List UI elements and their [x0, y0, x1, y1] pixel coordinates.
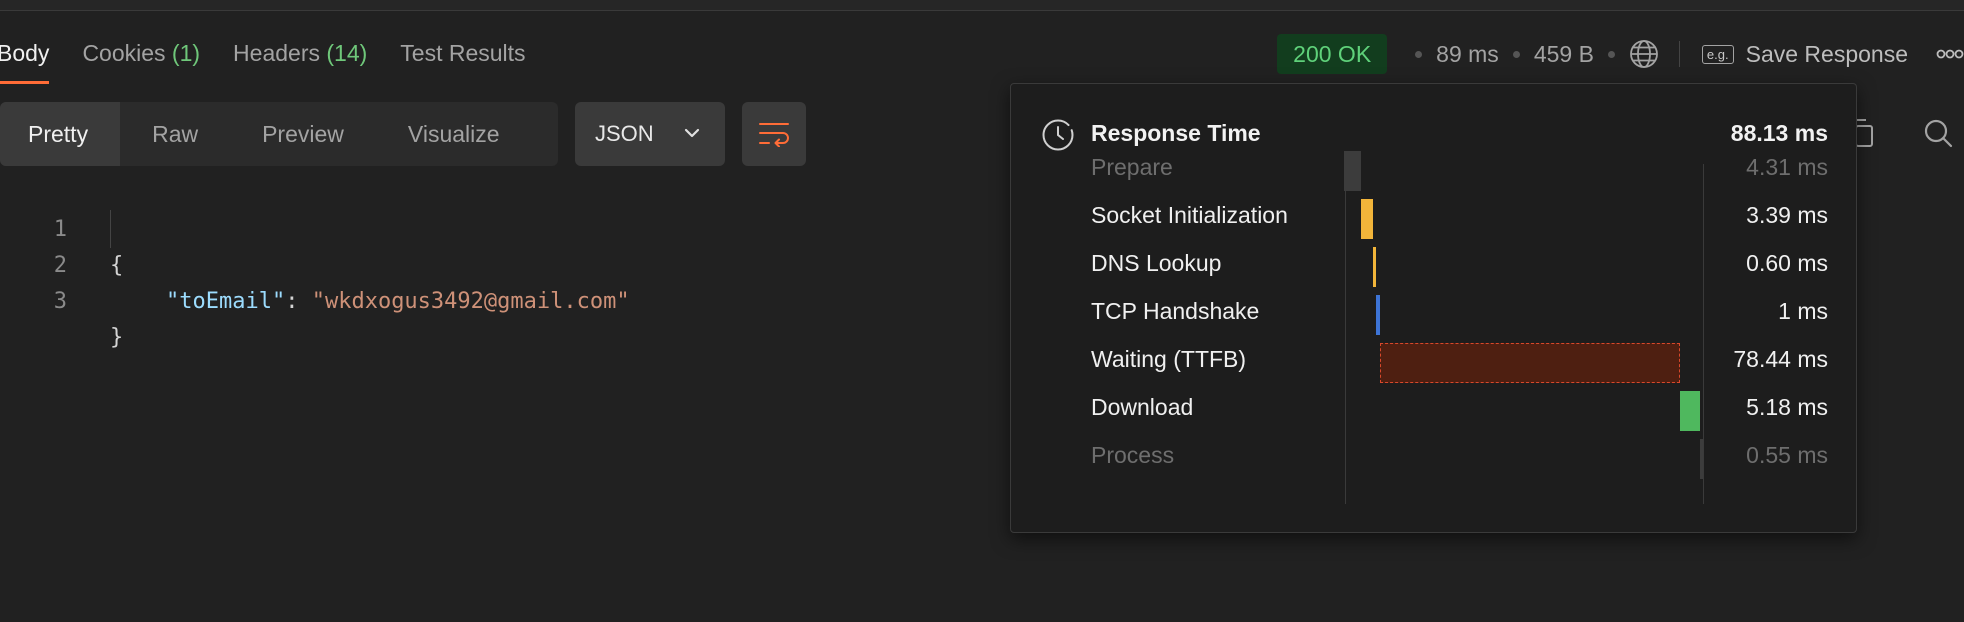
phase-label: DNS Lookup [1091, 250, 1222, 276]
wrap-lines-button[interactable] [742, 102, 806, 166]
chevron-down-icon [681, 122, 703, 150]
view-mode-preview[interactable]: Preview [230, 102, 376, 166]
phase-bar [1680, 391, 1700, 431]
top-divider [0, 0, 1964, 11]
response-size-value[interactable]: 459 B [1534, 41, 1594, 68]
response-time-total: 88.13 ms [1730, 120, 1828, 146]
tab-test-results[interactable]: Test Results [400, 28, 525, 84]
json-string-value: "wkdxogus3492@gmail.com" [311, 289, 630, 314]
code-text: } [110, 325, 124, 350]
code-text: { [110, 253, 124, 278]
tab-headers[interactable]: Headers (14) [233, 28, 367, 84]
tab-cookies[interactable]: Cookies (1) [82, 28, 200, 84]
format-select[interactable]: JSON [575, 102, 725, 166]
clock-icon [1041, 118, 1075, 157]
indent-guide [110, 210, 111, 248]
search-icon[interactable] [1922, 117, 1954, 154]
phase-bar [1699, 439, 1703, 479]
code-line: 1 { [0, 176, 124, 278]
view-mode-visualize[interactable]: Visualize [376, 102, 532, 166]
vertical-divider [1678, 41, 1680, 67]
view-mode-pretty[interactable]: Pretty [0, 102, 121, 166]
response-time-title: Response Time [1091, 120, 1261, 146]
phase-value: 0.55 ms [1746, 442, 1828, 468]
wrap-lines-icon [758, 121, 790, 147]
response-tabs: Body Cookies (1) Headers (14) Test Resul… [0, 28, 559, 86]
timeline-end-line [1703, 164, 1704, 504]
tab-headers-label: Headers [233, 40, 327, 66]
phase-value: 1 ms [1778, 298, 1828, 324]
phase-label: Process [1091, 442, 1175, 468]
code-text: "toEmail": "wkdxogus3492@gmail.com" [166, 284, 630, 320]
json-separator: : [285, 289, 312, 314]
tab-test-results-label: Test Results [400, 40, 526, 66]
tab-headers-count: (14) [326, 40, 368, 66]
phase-label: Prepare [1091, 154, 1173, 180]
phase-value: 5.18 ms [1746, 394, 1828, 420]
tab-cookies-count: (1) [171, 40, 201, 66]
response-status-bar: 200 OK 89 ms 459 B e.g. Save Response [1277, 34, 1964, 74]
save-response-button[interactable]: Save Response [1746, 41, 1908, 68]
tab-body[interactable]: Body [0, 28, 50, 84]
phase-value: 78.44 ms [1733, 346, 1828, 372]
phase-bar [1344, 151, 1361, 191]
tab-cookies-label: Cookies [82, 40, 172, 66]
globe-icon[interactable] [1629, 39, 1659, 69]
separator-dot [1607, 50, 1615, 58]
more-options-icon[interactable] [1936, 43, 1964, 66]
separator-dot [1415, 50, 1423, 58]
view-mode-selector: Pretty Raw Preview Visualize [0, 102, 558, 166]
json-key: "toEmail" [166, 289, 286, 314]
separator-dot [1512, 50, 1520, 58]
timeline-start-line [1345, 164, 1346, 504]
status-badge[interactable]: 200 OK [1277, 34, 1388, 74]
phase-label: Socket Initialization [1091, 202, 1288, 228]
response-time-popover: Response Time 88.13 ms Prepare 4.31 ms Soc… [1010, 83, 1857, 533]
phase-bar [1373, 247, 1377, 287]
phase-label: TCP Handshake [1091, 298, 1260, 324]
code-line: 3 } [0, 248, 124, 350]
phase-label: Download [1091, 394, 1194, 420]
response-time-value[interactable]: 89 ms [1436, 41, 1499, 68]
example-icon: e.g. [1701, 44, 1734, 64]
phase-value: 3.39 ms [1746, 202, 1828, 228]
tab-body-label: Body [0, 40, 50, 66]
response-body-editor[interactable]: 1 { 2 "toEmail": "wkdxogus3492@gmail.com… [0, 176, 630, 350]
line-number: 3 [53, 289, 67, 314]
phase-bar [1360, 199, 1374, 239]
phase-bar [1379, 343, 1681, 383]
phase-label: Waiting (TTFB) [1091, 346, 1247, 372]
phase-value: 0.60 ms [1746, 250, 1828, 276]
phase-value: 4.31 ms [1746, 154, 1828, 180]
phase-bar [1375, 295, 1380, 335]
code-line: 2 "toEmail": "wkdxogus3492@gmail.com" [0, 212, 630, 314]
format-select-value: JSON [595, 121, 654, 146]
view-mode-raw[interactable]: Raw [120, 102, 230, 166]
